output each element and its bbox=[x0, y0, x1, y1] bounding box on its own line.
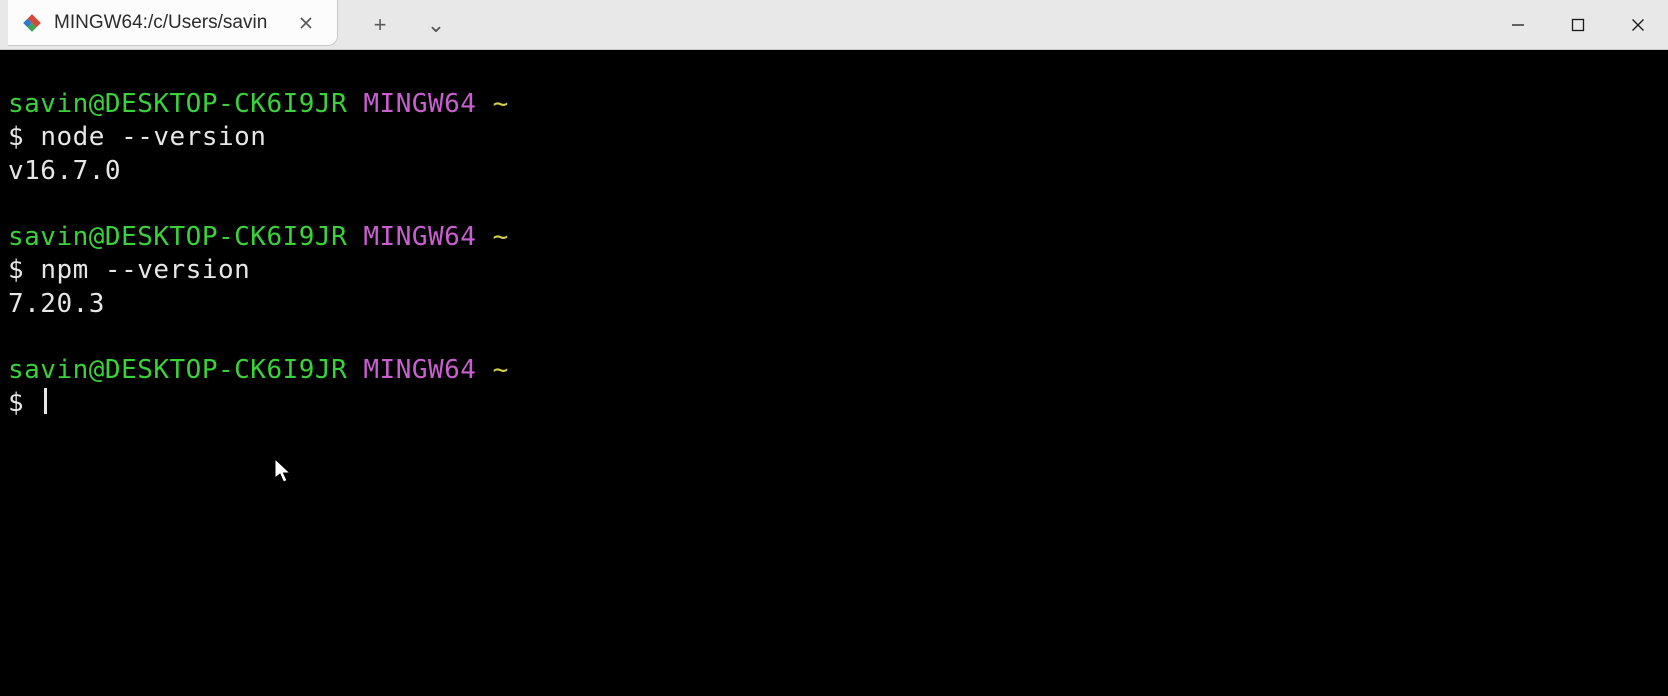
command-output: 7.20.3 bbox=[8, 289, 105, 319]
shell-env: MINGW64 bbox=[363, 355, 476, 385]
titlebar: MINGW64:/c/Users/savin + ⌄ bbox=[0, 0, 1668, 50]
prompt-line: savin@DESKTOP-CK6I9JR MINGW64 ~ bbox=[8, 89, 509, 119]
tab-active[interactable]: MINGW64:/c/Users/savin bbox=[8, 0, 338, 46]
close-window-button[interactable] bbox=[1608, 0, 1668, 49]
window-controls bbox=[1488, 0, 1668, 49]
prompt-symbol: $ bbox=[8, 255, 24, 285]
new-tab-button[interactable]: + bbox=[366, 11, 394, 39]
prompt-symbol: $ bbox=[8, 122, 24, 152]
tab-dropdown-button[interactable]: ⌄ bbox=[422, 11, 450, 39]
git-bash-icon bbox=[22, 13, 42, 33]
tab-title: MINGW64:/c/Users/savin bbox=[54, 12, 281, 34]
command-text: npm --version bbox=[40, 255, 250, 285]
user-host: savin@DESKTOP-CK6I9JR bbox=[8, 89, 347, 119]
cwd-path: ~ bbox=[493, 222, 509, 252]
maximize-button[interactable] bbox=[1548, 0, 1608, 49]
prompt-line: savin@DESKTOP-CK6I9JR MINGW64 ~ bbox=[8, 222, 509, 252]
user-host: savin@DESKTOP-CK6I9JR bbox=[8, 222, 347, 252]
shell-env: MINGW64 bbox=[363, 89, 476, 119]
user-host: savin@DESKTOP-CK6I9JR bbox=[8, 355, 347, 385]
minimize-button[interactable] bbox=[1488, 0, 1548, 49]
tab-actions: + ⌄ bbox=[338, 0, 450, 49]
text-cursor bbox=[44, 388, 47, 414]
command-line: $ bbox=[8, 388, 47, 418]
mouse-pointer-icon bbox=[242, 425, 260, 451]
shell-env: MINGW64 bbox=[363, 222, 476, 252]
command-output: v16.7.0 bbox=[8, 156, 121, 186]
command-text: node --version bbox=[40, 122, 266, 152]
cwd-path: ~ bbox=[493, 89, 509, 119]
prompt-symbol: $ bbox=[8, 388, 24, 418]
tab-close-button[interactable] bbox=[293, 10, 319, 36]
command-line: $ node --version bbox=[8, 122, 266, 152]
terminal[interactable]: savin@DESKTOP-CK6I9JR MINGW64 ~ $ node -… bbox=[0, 50, 1668, 696]
command-line: $ npm --version bbox=[8, 255, 250, 285]
prompt-line: savin@DESKTOP-CK6I9JR MINGW64 ~ bbox=[8, 355, 509, 385]
cwd-path: ~ bbox=[493, 355, 509, 385]
